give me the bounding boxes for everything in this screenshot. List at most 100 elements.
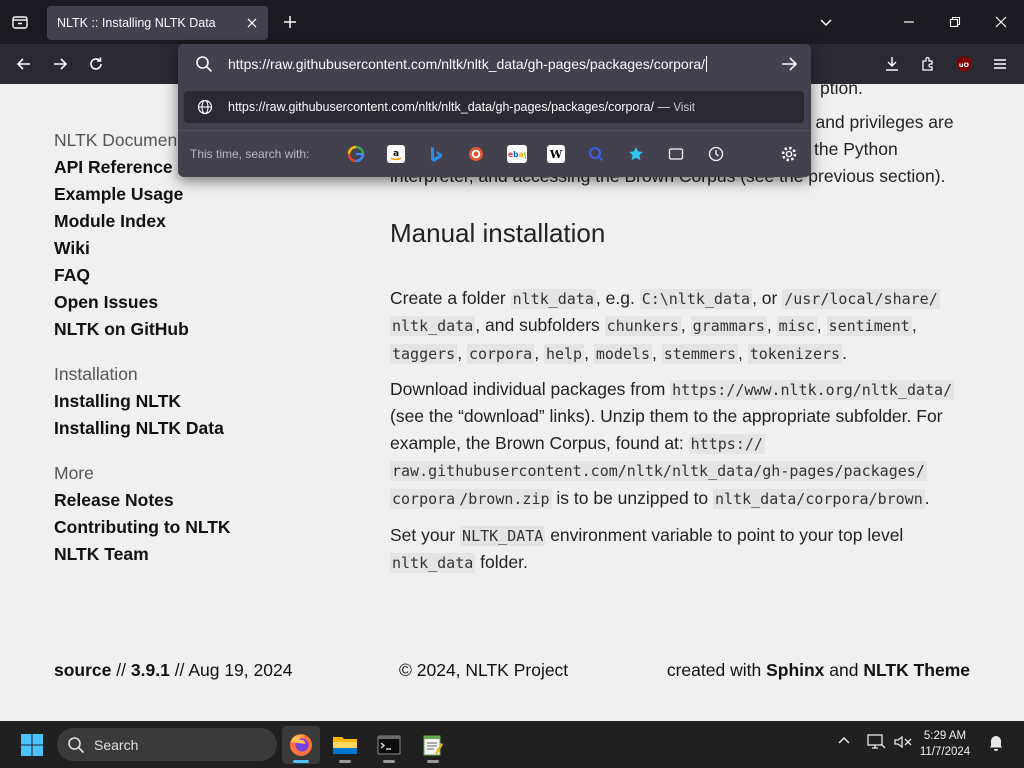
reload-icon[interactable]	[84, 52, 108, 76]
gear-icon[interactable]	[780, 145, 798, 163]
text: ,	[766, 315, 772, 335]
code: NLTK_DATA	[460, 526, 546, 546]
terminal-taskbar-icon[interactable]	[370, 726, 408, 764]
release-date: Aug 19, 2024	[188, 660, 293, 680]
chevron-down-icon[interactable]	[812, 8, 840, 36]
bookmarks-star-icon[interactable]	[627, 145, 645, 163]
windows-start-icon[interactable]	[20, 733, 44, 757]
sidebar-link-installing-nltk-data[interactable]: Installing NLTK Data	[54, 418, 224, 439]
search-icon	[68, 737, 85, 754]
address-bar-dropdown: https://raw.githubusercontent.com/nltk/n…	[178, 44, 811, 177]
text: ,	[457, 343, 463, 363]
sidebar-link-wiki[interactable]: Wiki	[54, 238, 90, 259]
partial-text-line: the Python	[814, 139, 898, 159]
text-caret	[706, 56, 708, 72]
restore-icon[interactable]	[941, 8, 969, 36]
nltk-theme-link[interactable]: NLTK Theme	[863, 660, 970, 680]
url-suggestion-visit[interactable]: https://raw.githubusercontent.com/nltk/n…	[184, 91, 804, 123]
text: folder.	[475, 552, 528, 572]
text: created with	[666, 660, 762, 680]
sphinx-link[interactable]: Sphinx	[766, 660, 824, 680]
sidebar-link-module-index[interactable]: Module Index	[54, 211, 166, 232]
code: C:\nltk_data	[639, 289, 753, 309]
code: nltk_data	[510, 289, 596, 309]
back-icon[interactable]	[12, 52, 36, 76]
code: nltk_data/corpora/brown	[713, 489, 925, 509]
duckduckgo-icon[interactable]	[467, 145, 485, 163]
forward-icon[interactable]	[48, 52, 72, 76]
text: .	[924, 488, 930, 508]
tab-list-icon[interactable]	[8, 10, 32, 34]
amazon-icon[interactable]: a	[387, 145, 405, 163]
ublock-origin-icon[interactable]: uO	[952, 52, 976, 76]
taskbar-clock[interactable]: 5:29 AM 11/7/2024	[915, 728, 975, 760]
extensions-icon[interactable]	[916, 52, 940, 76]
footer-copyright: © 2024, NLTK Project	[399, 660, 569, 680]
url-value: https://raw.githubusercontent.com/nltk/n…	[228, 56, 706, 72]
nltk-data-link[interactable]: https://www.nltk.org/nltk_data/	[670, 380, 955, 400]
code: models	[593, 344, 652, 364]
file-explorer-taskbar-icon[interactable]	[326, 726, 364, 764]
brown-corpus-link[interactable]: /brown.zip	[457, 489, 552, 509]
address-bar[interactable]: https://raw.githubusercontent.com/nltk/n…	[178, 44, 811, 84]
google-icon[interactable]	[347, 145, 365, 163]
source-link[interactable]: source	[54, 660, 111, 680]
suggestion-url: https://raw.githubusercontent.com/nltk/n…	[228, 100, 654, 114]
bing-icon[interactable]	[427, 145, 445, 163]
sidebar-link-contributing-to-nltk[interactable]: Contributing to NLTK	[54, 517, 231, 538]
text: ,	[534, 343, 540, 363]
sidebar-link-example-usage[interactable]: Example Usage	[54, 184, 183, 205]
sidebar-section-more: More	[54, 463, 94, 483]
search-with-label: This time, search with:	[190, 147, 310, 161]
paragraph-download-line3: example, the Brown Corpus, found at: htt…	[390, 430, 765, 458]
new-tab-icon[interactable]	[278, 10, 302, 34]
chevron-up-icon[interactable]	[836, 733, 852, 754]
paragraph-download: Download individual packages from https:…	[390, 376, 955, 404]
taskbar-search-box[interactable]: Search	[57, 728, 277, 761]
taskbar-search-label: Search	[94, 737, 139, 753]
partial-text-line: ption.	[820, 84, 863, 98]
sidebar-link-faq[interactable]: FAQ	[54, 265, 90, 286]
notification-bell-icon[interactable]	[988, 733, 1004, 756]
close-tab-icon[interactable]	[240, 11, 264, 35]
code: tokenizers	[747, 344, 843, 364]
text: , and subfolders	[475, 315, 605, 335]
text: example, the Brown Corpus, found at:	[390, 433, 689, 453]
history-icon[interactable]	[707, 145, 725, 163]
sidebar-link-nltk-on-github[interactable]: NLTK on GitHub	[54, 319, 189, 340]
sidebar-link-release-notes[interactable]: Release Notes	[54, 490, 174, 511]
close-window-icon[interactable]	[987, 8, 1015, 36]
menu-icon[interactable]	[988, 52, 1012, 76]
sidebar-link-api-reference[interactable]: API Reference	[54, 157, 173, 178]
sidebar-link-nltk-team[interactable]: NLTK Team	[54, 544, 149, 565]
sidebar-link-installing-nltk[interactable]: Installing NLTK	[54, 391, 181, 412]
svg-text:a: a	[393, 149, 399, 159]
go-arrow-icon[interactable]	[780, 55, 798, 73]
paragraph-env-var-line2: nltk_data folder.	[390, 549, 528, 577]
url-input[interactable]: https://raw.githubusercontent.com/nltk/n…	[228, 56, 708, 72]
tabs-icon[interactable]	[667, 145, 685, 163]
volume-muted-icon[interactable]	[893, 733, 913, 756]
search-engine-icon[interactable]	[587, 145, 605, 163]
paragraph-env-var: Set your NLTK_DATA environment variable …	[390, 522, 903, 550]
code: stemmers	[661, 344, 738, 364]
browser-tab-active[interactable]: NLTK :: Installing NLTK Data	[47, 6, 268, 40]
brown-corpus-link[interactable]: https://	[688, 434, 765, 454]
downloads-icon[interactable]	[880, 52, 904, 76]
minimize-icon[interactable]	[895, 8, 923, 36]
notepad-taskbar-icon[interactable]	[414, 726, 452, 764]
clock-date: 11/7/2024	[919, 746, 971, 758]
text: //	[174, 660, 185, 680]
sidebar-link-open-issues[interactable]: Open Issues	[54, 292, 158, 313]
display-icon[interactable]	[866, 733, 886, 756]
paragraph-download-line4: raw.githubusercontent.com/nltk/nltk_data…	[390, 457, 927, 485]
ebay-icon[interactable]: ebay	[507, 145, 527, 163]
code: sentiment	[826, 316, 912, 336]
brown-corpus-link[interactable]: corpora	[390, 489, 458, 509]
text: and	[829, 660, 859, 680]
suggestion-action: Visit	[673, 102, 695, 114]
clock-time: 5:29 AM	[923, 730, 967, 742]
wikipedia-icon[interactable]: W	[547, 145, 565, 163]
firefox-taskbar-icon[interactable]	[282, 726, 320, 764]
brown-corpus-link[interactable]: raw.githubusercontent.com/nltk/nltk_data…	[390, 461, 927, 481]
